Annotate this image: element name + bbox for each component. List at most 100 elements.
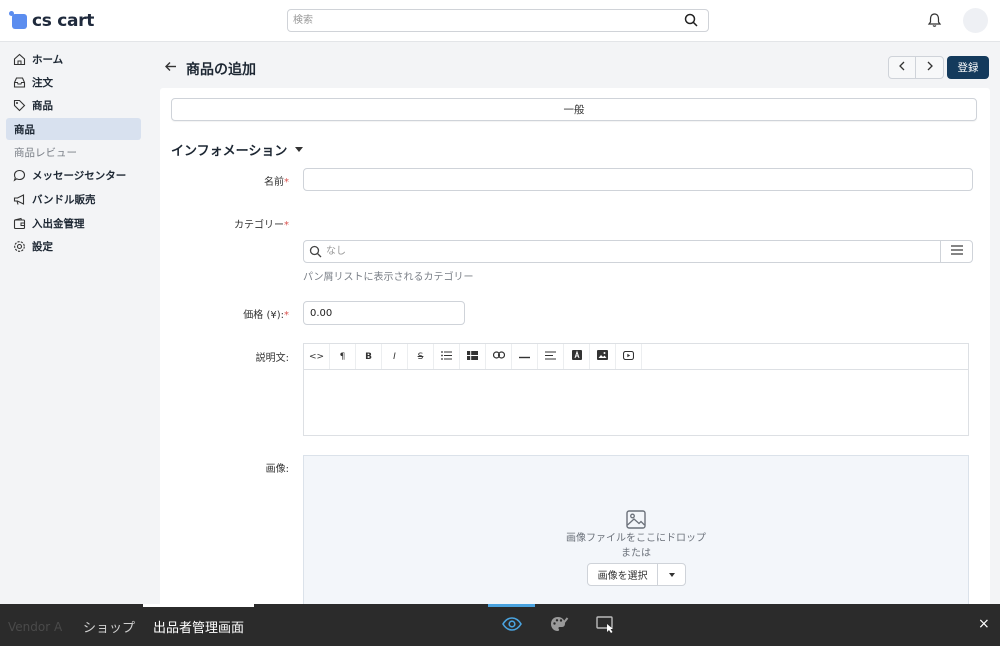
- search-icon[interactable]: [684, 13, 698, 30]
- image-label: 画像:: [265, 464, 289, 475]
- name-label: 名前*: [171, 173, 289, 188]
- sidebar-item-products-active[interactable]: 商品: [6, 118, 141, 140]
- sidebar-item-payouts[interactable]: 入出金管理: [6, 212, 141, 234]
- image-icon: [597, 350, 608, 363]
- prev-button[interactable]: [889, 57, 917, 78]
- select-image-dropdown-button[interactable]: [658, 564, 685, 585]
- inbox-icon: [12, 75, 26, 89]
- strikethrough-icon: S: [417, 351, 424, 362]
- editor-toolbar: <> ¶ B I S: [303, 343, 969, 369]
- section-title: インフォメーション: [171, 144, 288, 159]
- italic-button[interactable]: I: [382, 344, 408, 369]
- tab-general[interactable]: 一般: [171, 98, 977, 121]
- code-view-button[interactable]: <>: [304, 344, 330, 369]
- preview-active-indicator: [488, 604, 535, 607]
- sidebar: ホーム 注文 商品 商品 商品レビュー メッセージセンター バンドル販売 入出金…: [0, 42, 147, 604]
- logo[interactable]: cs cart: [9, 10, 94, 31]
- caret-down-icon: [295, 147, 304, 152]
- font-color-icon: [571, 350, 582, 363]
- back-arrow-icon[interactable]: [164, 60, 177, 76]
- eye-icon[interactable]: [502, 617, 522, 634]
- category-label: カテゴリー*: [171, 216, 289, 231]
- category-label-text: カテゴリー: [234, 220, 284, 231]
- save-button[interactable]: 登録: [947, 56, 989, 79]
- select-block-icon[interactable]: [596, 616, 615, 636]
- sidebar-item-label: 商品レビュー: [14, 146, 77, 159]
- shop-link[interactable]: ショップ: [83, 617, 135, 636]
- sidebar-item-settings[interactable]: 設定: [6, 235, 141, 257]
- notification-bell-icon[interactable]: [927, 12, 942, 31]
- palette-icon[interactable]: [550, 616, 569, 636]
- price-field[interactable]: [303, 301, 465, 325]
- next-button[interactable]: [916, 57, 943, 78]
- vendor-admin-link[interactable]: 出品者管理画面: [153, 617, 244, 636]
- category-picker[interactable]: [303, 240, 973, 263]
- top-bar: cs cart: [0, 0, 1000, 42]
- sidebar-item-label: 入出金管理: [32, 217, 85, 230]
- search-input[interactable]: [288, 10, 668, 31]
- required-mark: *: [284, 310, 289, 321]
- horizontal-rule-button[interactable]: [512, 344, 538, 369]
- video-icon: [622, 350, 635, 363]
- avatar[interactable]: [963, 8, 988, 33]
- list-icon: [441, 350, 452, 363]
- gear-icon: [12, 239, 26, 253]
- horizontal-rule-icon: [519, 352, 530, 362]
- dropzone-text: 画像ファイルをここにドロップ: [566, 533, 706, 544]
- description-label: 説明文:: [255, 353, 289, 364]
- link-icon: [492, 351, 505, 362]
- name-input[interactable]: [304, 169, 972, 190]
- sidebar-item-label: 商品: [14, 123, 35, 136]
- logo-mark-icon: [9, 10, 27, 29]
- sidebar-item-message-center[interactable]: メッセージセンター: [6, 164, 141, 186]
- bottom-bar: Vendor A ショップ 出品者管理画面 ×: [0, 604, 1000, 646]
- home-icon: [12, 52, 26, 66]
- sidebar-item-label: 注文: [32, 76, 53, 89]
- table-button[interactable]: [460, 344, 486, 369]
- video-button[interactable]: [616, 344, 642, 369]
- page-title: 商品の追加: [186, 62, 256, 78]
- unordered-list-button[interactable]: [434, 344, 460, 369]
- category-list-button[interactable]: [940, 241, 972, 262]
- bold-button[interactable]: B: [356, 344, 382, 369]
- megaphone-icon: [12, 192, 26, 206]
- chevron-left-icon: [898, 61, 906, 74]
- italic-icon: I: [393, 351, 396, 362]
- description-editor[interactable]: [303, 369, 969, 436]
- caret-down-icon: [668, 572, 675, 577]
- prev-next-buttons: [888, 56, 944, 79]
- image-dropzone[interactable]: 画像ファイルをここにドロップ または 画像を選択: [303, 455, 969, 610]
- close-icon[interactable]: ×: [978, 616, 990, 632]
- image-button[interactable]: [590, 344, 616, 369]
- align-button[interactable]: [538, 344, 564, 369]
- page-header: 商品の追加 登録: [160, 52, 990, 82]
- paragraph-icon: ¶: [339, 351, 346, 362]
- dropzone-or-text: または: [621, 548, 651, 559]
- section-information-toggle[interactable]: インフォメーション: [171, 140, 304, 159]
- sidebar-item-bundles[interactable]: バンドル販売: [6, 188, 141, 210]
- strikethrough-button[interactable]: S: [408, 344, 434, 369]
- align-left-icon: [545, 351, 556, 363]
- category-search-input[interactable]: [304, 241, 934, 262]
- sidebar-item-product-reviews[interactable]: 商品レビュー: [6, 141, 141, 163]
- search-box[interactable]: [287, 9, 709, 32]
- sidebar-item-orders[interactable]: 注文: [6, 71, 141, 93]
- price-label-text: 価格 (¥):: [243, 310, 284, 321]
- bold-icon: B: [365, 351, 372, 362]
- sidebar-item-products[interactable]: 商品: [6, 94, 141, 116]
- chevron-right-icon: [926, 61, 934, 74]
- sidebar-item-label: メッセージセンター: [32, 169, 127, 182]
- select-image-button[interactable]: 画像を選択: [588, 564, 659, 585]
- vendor-name: Vendor A: [8, 620, 63, 634]
- hamburger-icon: [950, 245, 963, 258]
- price-label: 価格 (¥):*: [171, 306, 289, 321]
- font-color-button[interactable]: [564, 344, 590, 369]
- sidebar-item-home[interactable]: ホーム: [6, 48, 141, 70]
- paragraph-button[interactable]: ¶: [330, 344, 356, 369]
- name-field[interactable]: [303, 168, 973, 191]
- required-mark: *: [284, 177, 289, 188]
- chat-icon: [12, 168, 26, 182]
- price-input[interactable]: [304, 302, 464, 324]
- link-button[interactable]: [486, 344, 512, 369]
- category-hint: パン屑リストに表示されるカテゴリー: [303, 272, 474, 283]
